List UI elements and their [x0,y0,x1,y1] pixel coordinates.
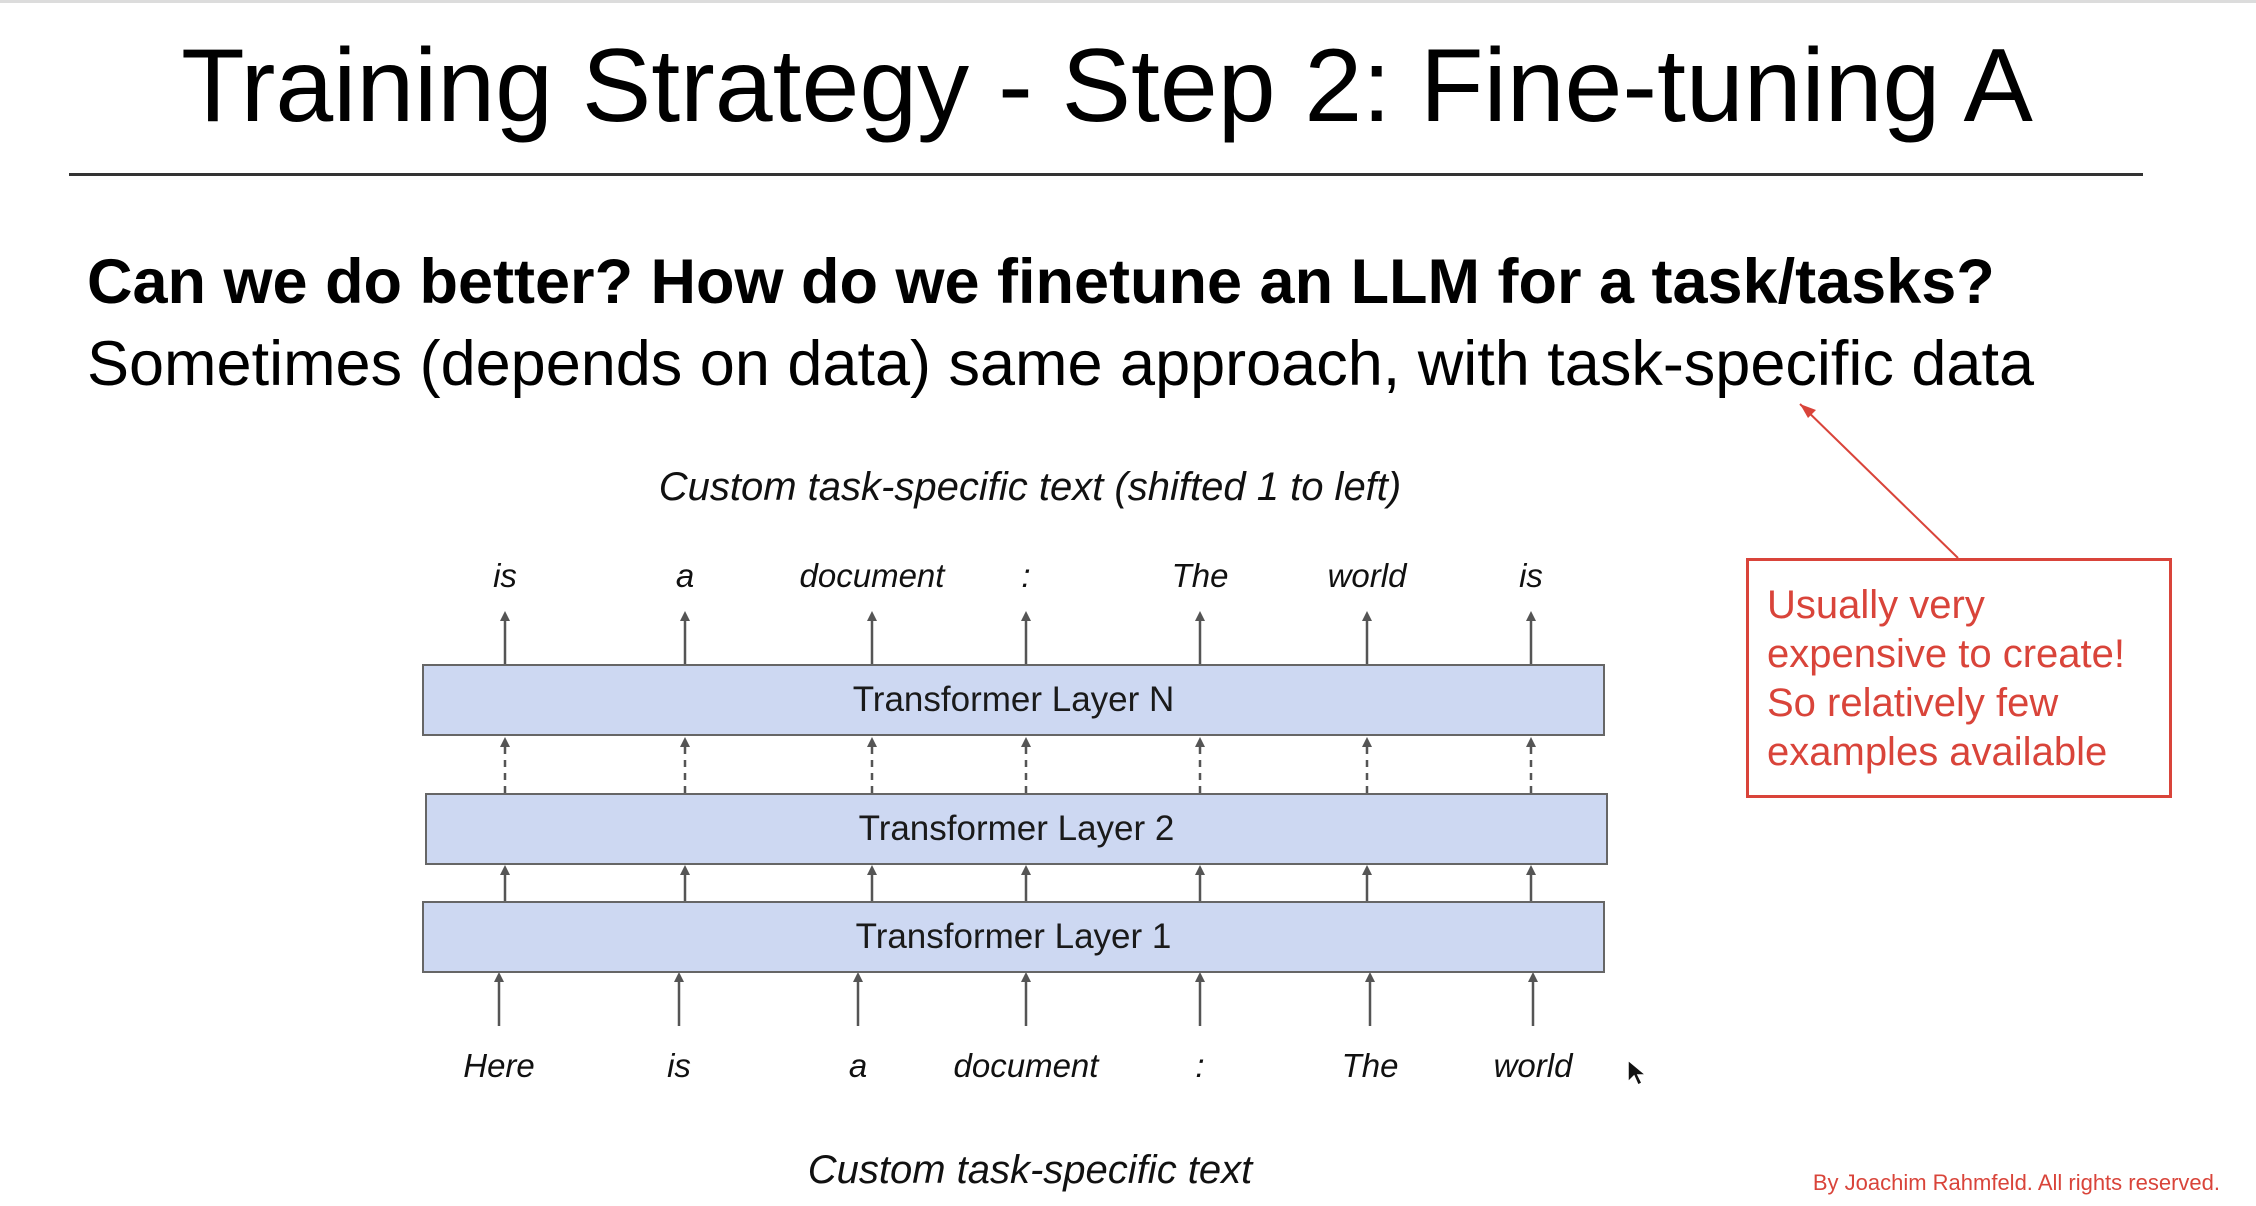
transformer-layer-1: Transformer Layer 1 [422,901,1605,973]
callout-pointer-arrow [1799,403,1959,559]
input-caption: Custom task-specific text [807,1148,1253,1192]
callout-line-1: Usually very [1767,583,1985,627]
slide: Training Strategy - Step 2: Fine-tuning … [0,0,2256,1206]
copyright-credit: By Joachim Rahmfeld. All rights reserved… [1812,1170,2220,1195]
callout-line-2: expensive to create! [1767,632,2125,676]
transformer-layer-n: Transformer Layer N [422,664,1605,736]
input-token: world [1493,1047,1573,1084]
transformer-layer-2: Transformer Layer 2 [425,793,1608,865]
callout-line-4: examples available [1767,730,2108,774]
output-token: is [1519,557,1543,594]
mouse-pointer-icon [1627,1058,1648,1087]
output-caption: Custom task-specific text (shifted 1 to … [658,465,1402,509]
callout-line-3: So relatively few [1767,681,2059,725]
cost-callout-box: Usually very expensive to create! So rel… [1746,558,2172,798]
